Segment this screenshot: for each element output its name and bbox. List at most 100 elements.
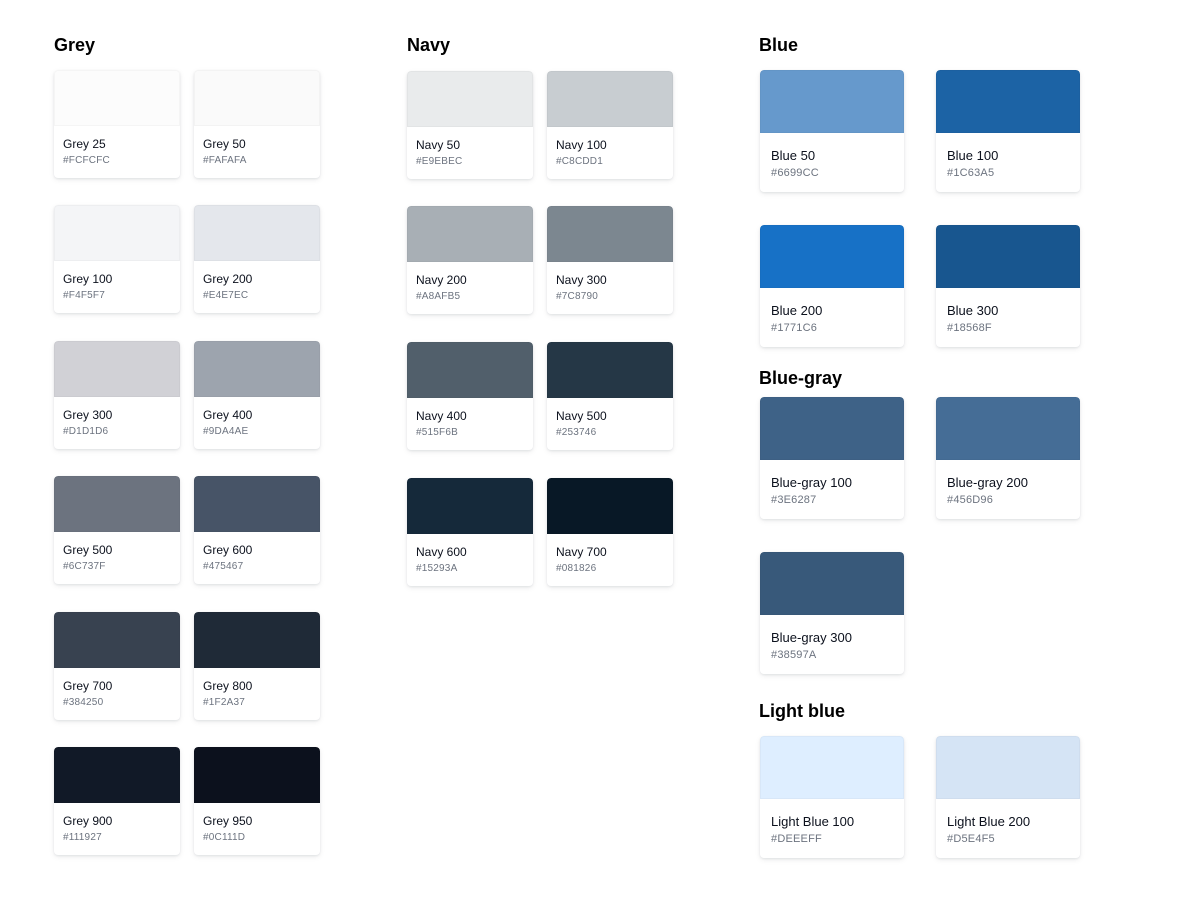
color-hex-code: #38597A: [771, 649, 817, 661]
color-hex-code: #3E6287: [771, 494, 817, 506]
color-card-navy-200[interactable]: Navy 200 #A8AFB5: [407, 206, 533, 314]
color-hex-code: #081826: [556, 563, 597, 574]
color-hex-code: #A8AFB5: [416, 291, 461, 302]
light-blue-group-title: Light blue: [759, 701, 845, 721]
color-name: Navy 700: [556, 545, 607, 559]
color-swatch: [54, 341, 180, 397]
color-card-grey-600[interactable]: Grey 600 #475467: [194, 476, 320, 584]
color-swatch: [407, 342, 533, 398]
color-swatch: [407, 71, 533, 127]
color-name: Blue 300: [947, 303, 999, 318]
color-hex-code: #253746: [556, 427, 597, 438]
color-card-grey-50[interactable]: Grey 50 #FAFAFA: [194, 70, 320, 178]
color-swatch: [54, 612, 180, 668]
color-swatch: [760, 736, 904, 799]
color-swatch: [760, 225, 904, 288]
color-swatch: [936, 397, 1080, 460]
color-card-light-blue-200[interactable]: Light Blue 200 #D5E4F5: [936, 736, 1080, 858]
color-swatch: [760, 397, 904, 460]
color-hex-code: #515F6B: [416, 427, 458, 438]
color-swatch: [547, 342, 673, 398]
color-hex-code: #D1D1D6: [63, 426, 109, 437]
color-hex-code: #475467: [203, 561, 244, 572]
color-name: Grey 400: [203, 408, 253, 422]
color-card-navy-400[interactable]: Navy 400 #515F6B: [407, 342, 533, 450]
color-hex-code: #7C8790: [556, 291, 598, 302]
color-card-grey-950[interactable]: Grey 950 #0C111D: [194, 747, 320, 855]
color-card-blue-50[interactable]: Blue 50 #6699CC: [760, 70, 904, 192]
color-card-blue-300[interactable]: Blue 300 #18568F: [936, 225, 1080, 347]
color-name: Blue 50: [771, 148, 816, 163]
color-hex-code: #9DA4AE: [203, 426, 249, 437]
color-name: Grey 100: [63, 272, 113, 286]
color-card-blue-200[interactable]: Blue 200 #1771C6: [760, 225, 904, 347]
color-hex-code: #111927: [63, 832, 102, 843]
color-card-blue-100[interactable]: Blue 100 #1C63A5: [936, 70, 1080, 192]
color-swatch: [194, 70, 320, 126]
color-hex-code: #384250: [63, 697, 104, 708]
color-name: Grey 900: [63, 814, 113, 828]
color-card-navy-100[interactable]: Navy 100 #C8CDD1: [547, 71, 673, 179]
color-hex-code: #456D96: [947, 494, 994, 506]
color-swatch: [194, 341, 320, 397]
color-name: Grey 500: [63, 543, 113, 557]
color-card-grey-25[interactable]: Grey 25 #FCFCFC: [54, 70, 180, 178]
color-hex-code: #E4E7EC: [203, 290, 249, 301]
color-card-grey-900[interactable]: Grey 900 #111927: [54, 747, 180, 855]
blue-gray-group-title: Blue-gray: [759, 368, 843, 388]
color-name: Navy 500: [556, 409, 607, 423]
color-swatch: [407, 206, 533, 262]
color-hex-code: #F4F5F7: [63, 290, 105, 301]
color-name: Navy 100: [556, 138, 607, 152]
color-hex-code: #1771C6: [771, 322, 818, 334]
color-card-grey-500[interactable]: Grey 500 #6C737F: [54, 476, 180, 584]
color-hex-code: #C8CDD1: [556, 156, 603, 167]
color-swatch: [54, 70, 180, 126]
color-swatch: [194, 205, 320, 261]
color-swatch: [760, 70, 904, 133]
color-card-grey-400[interactable]: Grey 400 #9DA4AE: [194, 341, 320, 449]
color-name: Blue-gray 300: [771, 630, 852, 645]
color-hex-code: #DEEEFF: [771, 833, 822, 845]
color-card-grey-700[interactable]: Grey 700 #384250: [54, 612, 180, 720]
color-swatch: [194, 476, 320, 532]
color-name: Navy 600: [416, 545, 467, 559]
color-card-grey-200[interactable]: Grey 200 #E4E7EC: [194, 205, 320, 313]
color-card-grey-100[interactable]: Grey 100 #F4F5F7: [54, 205, 180, 313]
color-card-navy-600[interactable]: Navy 600 #15293A: [407, 478, 533, 586]
color-swatch: [54, 747, 180, 803]
color-hex-code: #15293A: [416, 563, 458, 574]
color-name: Blue-gray 100: [771, 475, 852, 490]
color-card-blue-gray-100[interactable]: Blue-gray 100 #3E6287: [760, 397, 904, 519]
color-hex-code: #E9EBEC: [416, 156, 463, 167]
color-card-navy-300[interactable]: Navy 300 #7C8790: [547, 206, 673, 314]
color-name: Grey 700: [63, 679, 113, 693]
blue-group-title: Blue: [759, 35, 799, 55]
color-name: Navy 400: [416, 409, 467, 423]
color-name: Grey 950: [203, 814, 253, 828]
color-name: Blue-gray 200: [947, 475, 1028, 490]
color-swatch: [936, 736, 1080, 799]
color-name: Grey 25: [63, 137, 106, 151]
color-name: Blue 200: [771, 303, 823, 318]
color-swatch: [760, 552, 904, 615]
color-card-grey-800[interactable]: Grey 800 #1F2A37: [194, 612, 320, 720]
color-name: Grey 600: [203, 543, 253, 557]
color-card-navy-500[interactable]: Navy 500 #253746: [547, 342, 673, 450]
color-swatch: [936, 70, 1080, 133]
color-card-navy-700[interactable]: Navy 700 #081826: [547, 478, 673, 586]
color-card-blue-gray-300[interactable]: Blue-gray 300 #38597A: [760, 552, 904, 674]
color-hex-code: #D5E4F5: [947, 833, 995, 845]
color-card-grey-300[interactable]: Grey 300 #D1D1D6: [54, 341, 180, 449]
color-card-navy-50[interactable]: Navy 50 #E9EBEC: [407, 71, 533, 179]
color-name: Grey 200: [203, 272, 253, 286]
color-name: Navy 200: [416, 273, 467, 287]
navy-group-title: Navy: [407, 35, 451, 55]
color-hex-code: #FCFCFC: [63, 155, 110, 166]
color-card-blue-gray-200[interactable]: Blue-gray 200 #456D96: [936, 397, 1080, 519]
color-hex-code: #1F2A37: [203, 697, 245, 708]
color-name: Light Blue 200: [947, 814, 1031, 829]
color-swatch: [936, 225, 1080, 288]
color-swatch: [54, 205, 180, 261]
color-card-light-blue-100[interactable]: Light Blue 100 #DEEEFF: [760, 736, 904, 858]
